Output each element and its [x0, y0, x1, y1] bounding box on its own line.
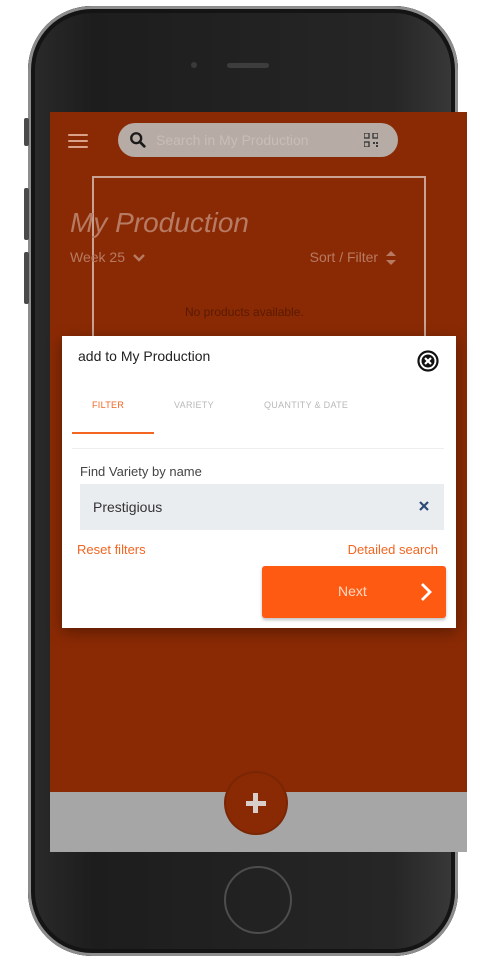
- add-to-production-modal: add to My Production FILTER VARIETY QUAN…: [62, 336, 456, 628]
- phone-camera: [191, 62, 197, 68]
- tab-variety[interactable]: VARIETY: [174, 400, 214, 410]
- modal-title: add to My Production: [78, 348, 211, 364]
- tab-divider: [72, 448, 444, 449]
- empty-state-message: No products available.: [185, 305, 304, 319]
- next-button-label: Next: [338, 583, 367, 599]
- plus-icon-vertical: [253, 793, 258, 813]
- search-icon: [130, 132, 146, 148]
- search-bar[interactable]: Search in My Production: [118, 123, 398, 157]
- phone-mute-switch: [24, 118, 29, 146]
- find-variety-label: Find Variety by name: [80, 464, 202, 479]
- week-selector[interactable]: Week 25: [70, 249, 145, 265]
- variety-search-input[interactable]: [93, 484, 393, 530]
- chevron-down-icon: [133, 254, 145, 262]
- phone-speaker: [227, 63, 269, 68]
- sort-filter-label: Sort / Filter: [309, 249, 379, 265]
- variety-search-field: [80, 484, 444, 530]
- reset-filters-link[interactable]: Reset filters: [77, 542, 146, 557]
- page-title: My Production: [70, 207, 249, 238]
- detailed-search-link[interactable]: Detailed search: [348, 542, 438, 557]
- week-label: Week 25: [70, 249, 125, 265]
- tab-filter[interactable]: FILTER: [92, 400, 124, 410]
- qr-code-icon[interactable]: [364, 133, 378, 147]
- phone-volume-up: [24, 188, 29, 240]
- phone-volume-down: [24, 252, 29, 304]
- chevron-right-icon: [421, 583, 432, 601]
- hamburger-menu-icon[interactable]: [68, 134, 88, 148]
- sort-filter-button[interactable]: Sort / Filter: [309, 249, 396, 266]
- phone-home-button[interactable]: [224, 866, 292, 934]
- content-frame-top: [92, 176, 426, 178]
- tab-quantity-date[interactable]: QUANTITY & DATE: [264, 400, 348, 410]
- clear-x-icon[interactable]: [417, 499, 431, 513]
- close-circle-icon[interactable]: [417, 350, 439, 372]
- active-tab-indicator: [72, 432, 154, 434]
- add-product-button[interactable]: [226, 773, 286, 833]
- search-placeholder: Search in My Production: [156, 132, 309, 148]
- next-button[interactable]: Next: [262, 566, 446, 618]
- sort-icon: [386, 251, 396, 266]
